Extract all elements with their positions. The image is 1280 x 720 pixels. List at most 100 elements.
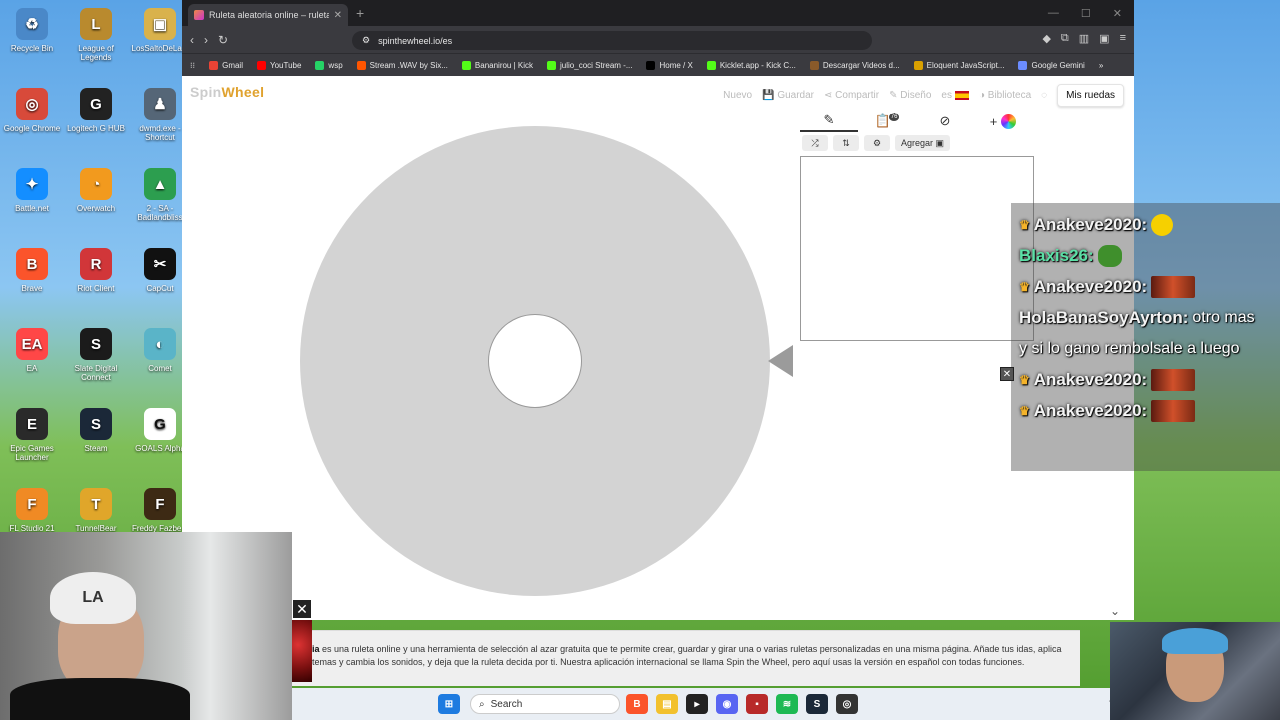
wallet-icon[interactable]: ▣ [1099,32,1109,45]
bookmark-favicon-icon [706,60,716,70]
apps-icon[interactable]: ⁝⁝ [190,61,195,70]
forward-icon[interactable]: › [204,33,208,47]
app-icon: ✂ [144,248,176,280]
chat-message: y si lo gano rembolsale a luego [1019,333,1272,364]
spotify-icon[interactable]: ≋ [776,694,798,714]
desktop-icon-label: Riot Client [77,284,115,293]
list-badge: 76 [888,113,900,121]
taskbar-search[interactable]: ⌕ Search [470,694,620,714]
wheel-center-hub[interactable] [488,314,582,408]
app-red-icon[interactable]: ▪ [746,694,768,714]
chat-message: ♛ Anakeve2020: [1019,209,1272,240]
bookmark-item[interactable]: YouTube [256,60,301,70]
extensions-icon[interactable]: ⧉ [1061,32,1069,45]
bookmark-item[interactable]: wsp [315,60,343,70]
back-icon[interactable]: ‹ [190,33,194,47]
app-icon: G [80,88,112,120]
add-color-tab[interactable]: + [974,110,1032,132]
mis-ruedas-button[interactable]: Mis ruedas [1057,84,1124,107]
guardar-label: Guardar [777,90,814,101]
close-tab-icon[interactable]: ✕ [334,10,342,21]
bookmark-item[interactable]: Gmail [209,60,243,70]
steam-taskbar-icon[interactable]: S [806,694,828,714]
desktop-icon[interactable]: G Logitech G HUB [64,88,128,133]
url-bar[interactable]: ⚙ spinthewheel.io/es [352,31,872,50]
start-icon[interactable]: ⊞ [438,694,460,714]
tab-bar: Ruleta aleatoria online – ruleta d ✕ + —… [182,0,1134,26]
crown-badge-icon: ♛ [1019,217,1030,232]
agregar-button[interactable]: Agregar ▣ [895,135,951,151]
new-tab-button[interactable]: + [356,5,364,21]
bookmarks-bar: ⁝⁝ Gmail YouTube wsp Stream .WAV by Six... B… [182,53,1134,76]
terminal-icon[interactable]: ▸ [686,694,708,714]
desktop-icon[interactable]: ✦ Battle.net [0,168,64,213]
tab-active[interactable]: Ruleta aleatoria online – ruleta d ✕ [188,4,348,26]
chat-username: Anakeve2020: [1033,369,1148,389]
bookmark-favicon-icon [809,60,819,70]
chat-message: Blaxis26: [1019,240,1272,271]
bookmark-item[interactable]: Eloquent JavaScript... [913,60,1004,70]
discord-icon[interactable]: ◉ [716,694,738,714]
desktop-icon[interactable]: L League of Legends [64,8,128,62]
bookmark-item[interactable]: Google Gemini [1018,60,1085,70]
bookmark-item[interactable]: Stream .WAV by Six... [356,60,448,70]
obs-icon[interactable]: ◎ [836,694,858,714]
chat-close-icon[interactable]: ✕ [1000,367,1014,381]
desktop-icon[interactable]: B Brave [0,248,64,293]
desktop-icon[interactable]: T TunnelBear [64,488,128,533]
desktop-icon[interactable]: ♻ Recycle Bin [0,8,64,53]
list-tab[interactable]: 📋 76 [858,110,916,132]
language-selector[interactable]: es [941,90,969,101]
sort-button[interactable]: ⇅ [833,135,859,151]
folder-icon[interactable]: ▤ [656,694,678,714]
search-label: Search [490,698,523,710]
brave-shield-icon[interactable]: ◆ [1042,32,1050,45]
brave-taskbar-icon[interactable]: B [626,694,648,714]
desktop-icon[interactable]: S Slate Digital Connect [64,328,128,382]
close-window-icon[interactable]: ✕ [1113,7,1122,20]
guardar-button[interactable]: 💾 Guardar [762,90,814,101]
bookmark-item[interactable]: Home / X [646,60,693,70]
minimize-icon[interactable]: — [1048,7,1059,20]
nuevo-button[interactable]: Nuevo [723,90,752,101]
desktop-icon[interactable]: E Epic Games Launcher [0,408,64,462]
desktop-icon[interactable]: EA EA [0,328,64,373]
bookmark-item[interactable]: Descargar Videos d... [809,60,900,70]
app-icon: L [80,8,112,40]
chat-overlay: ♛ Anakeve2020: Blaxis26: ♛ Anakeve2020: HolaB… [1011,203,1280,471]
desktop-icon[interactable]: S Steam [64,408,128,453]
desktop-icon[interactable]: R Riot Client [64,248,128,293]
desktop-icon-label: Google Chrome [3,124,61,133]
settings-button[interactable]: ⚙ [864,135,890,151]
bookmark-item[interactable]: Kicklet.app - Kick C... [706,60,796,70]
bookmark-item[interactable]: julio_coci Stream -... [547,60,632,70]
edit-tab[interactable]: ✎ [800,110,858,132]
fullscreen-icon[interactable]: ◌ [1041,90,1047,101]
ad-thumbnail[interactable] [292,620,312,682]
entries-textarea[interactable] [800,156,1034,341]
desktop-icon[interactable]: F FL Studio 21 [0,488,64,533]
wheel-pointer [768,345,793,377]
desktop-icon[interactable]: ◎ Google Chrome [0,88,64,133]
more-bookmarks-icon[interactable]: » [1099,61,1103,70]
site-logo[interactable]: SpinWheel [190,84,264,100]
app-icon: F [144,488,176,520]
diseno-button[interactable]: ✎ Diseño [889,90,931,101]
menu-icon[interactable]: ≡ [1120,32,1126,45]
biblioteca-button[interactable]: ◑ Biblioteca [979,90,1031,101]
maximize-icon[interactable]: ☐ [1081,7,1091,20]
spin-wheel[interactable] [300,126,770,596]
bookmark-item[interactable]: Bananirou | Kick [461,60,533,70]
search-icon: ⌕ [479,698,485,710]
compartir-button[interactable]: ⋖ Compartir [824,90,879,101]
logo-text-spin: Spin [190,84,222,100]
desktop-icon[interactable]: ◔ Overwatch [64,168,128,213]
site-info-icon[interactable]: ⚙ [362,35,370,46]
close-banner-icon[interactable]: ✕ [293,600,311,618]
chevron-down-icon[interactable]: ⌄ [1110,604,1120,618]
hide-tab[interactable]: ⊘ [916,110,974,132]
sidebar-icon[interactable]: ▥ [1079,32,1089,45]
bookmark-label: Google Gemini [1031,60,1085,70]
shuffle-button[interactable]: ⤮ [802,135,828,151]
reload-icon[interactable]: ↻ [218,33,228,47]
